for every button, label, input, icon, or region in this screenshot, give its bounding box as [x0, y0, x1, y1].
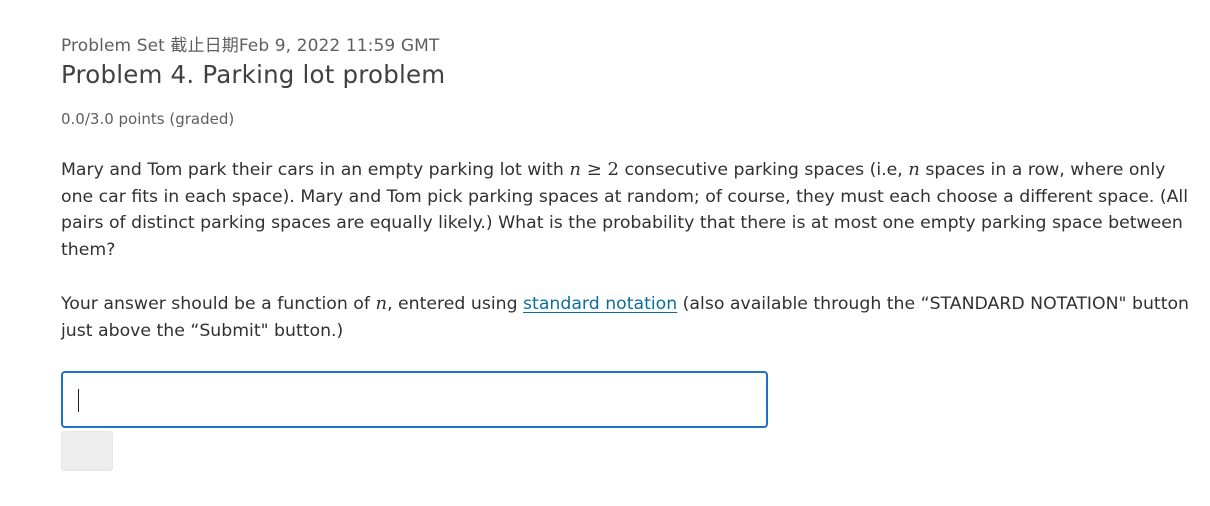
problem-text: consecutive parking spaces (i.e, — [618, 160, 909, 180]
math-inequality: ≥ 2 — [580, 159, 619, 180]
answer-input[interactable] — [61, 371, 768, 428]
points-status: 0.0/3.0 points (graded) — [61, 110, 235, 128]
answer-text-field[interactable] — [63, 373, 766, 426]
page-title: Problem 4. Parking lot problem — [61, 60, 446, 89]
problem-text: Mary and Tom park their cars in an empty… — [61, 160, 570, 180]
instruction-text: , entered using — [387, 294, 524, 314]
text-cursor — [78, 389, 79, 412]
problem-set-due-date: Problem Set 截止日期Feb 9, 2022 11:59 GMT — [61, 36, 440, 56]
math-variable-n: n — [908, 159, 920, 180]
submit-button[interactable] — [61, 431, 113, 471]
instruction-text: Your answer should be a function of — [61, 294, 376, 314]
math-variable-n: n — [375, 293, 388, 314]
answer-instructions: Your answer should be a function of n, e… — [61, 291, 1196, 344]
problem-statement: Mary and Tom park their cars in an empty… — [61, 157, 1196, 263]
standard-notation-link[interactable]: standard notation — [523, 294, 677, 314]
math-variable-n: n — [569, 159, 581, 180]
